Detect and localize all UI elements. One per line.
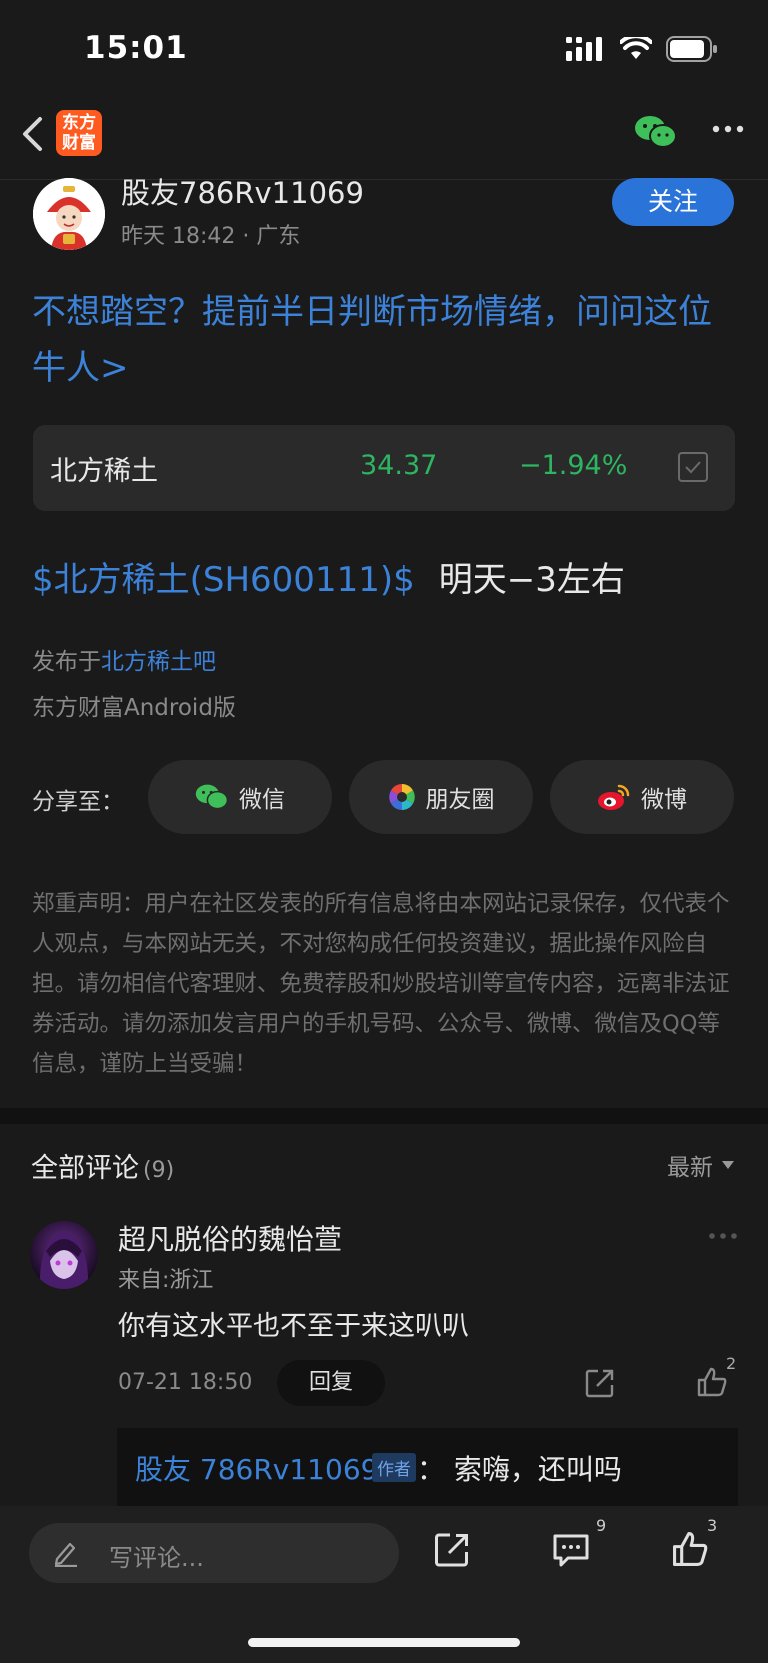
logo-text-top: 东方 (62, 113, 96, 133)
home-indicator (248, 1638, 520, 1647)
share-weibo-label: 微博 (641, 787, 687, 813)
nav-bar: 东方 财富 (0, 100, 768, 180)
add-watchlist-checkbox[interactable] (678, 452, 708, 482)
post-meta: 昨天 18:42 · 广东 (121, 218, 300, 250)
comment-time: 07-21 18:50 (118, 1370, 253, 1395)
more-options-icon[interactable] (712, 124, 744, 134)
reply-text: ： 索嗨，还叫吗 (417, 1453, 622, 1486)
comment-more-icon[interactable] (708, 1232, 738, 1240)
follow-button[interactable]: 关注 (612, 178, 734, 226)
pen-icon (54, 1542, 77, 1567)
checkmark-icon (685, 461, 701, 474)
post-time: 昨天 18:42 (121, 224, 236, 249)
comment-input[interactable]: 写评论... (29, 1523, 399, 1583)
share-icon[interactable] (434, 1532, 470, 1568)
published-prefix: 发布于 (32, 649, 101, 675)
app-logo: 东方 财富 (56, 110, 102, 156)
post-content: $北方稀土(SH600111)$ 明天−3左右 (32, 552, 625, 601)
share-wechat-label: 微信 (239, 787, 285, 813)
stock-change: −1.94% (519, 450, 628, 481)
published-in: 发布于北方稀土吧 (32, 642, 216, 676)
likes-count-badge: 3 (707, 1516, 718, 1535)
share-moments-label: 朋友圈 (425, 787, 495, 813)
commenter-avatar[interactable] (30, 1221, 98, 1289)
comment-input-placeholder: 写评论... (109, 1544, 204, 1572)
stock-tag-link[interactable]: $北方稀土(SH600111)$ (32, 560, 415, 600)
post-header: 股友786Rv11069 昨天 18:42 · 广东 关注 (0, 176, 768, 256)
share-weibo-button[interactable]: 微博 (550, 760, 734, 834)
comment-text: 你有这水平也不至于来这叭叭 (118, 1311, 469, 1342)
meta-separator: · (242, 224, 257, 249)
comment-share-icon[interactable] (585, 1368, 615, 1398)
comments-header: 全部评论 (9) 最新 (0, 1146, 768, 1186)
section-divider (0, 1108, 768, 1124)
wechat-icon (195, 784, 229, 810)
stock-price: 34.37 (360, 450, 438, 481)
comment-sort-dropdown[interactable]: 最新 (667, 1148, 735, 1182)
author-name[interactable]: 股友786Rv11069 (121, 170, 364, 212)
stock-name: 北方稀土 (50, 456, 158, 487)
caret-down-icon (722, 1161, 734, 1169)
comment-like-count: 2 (726, 1354, 737, 1373)
wifi-icon (620, 37, 652, 59)
status-bar: 15:01 (0, 0, 768, 100)
share-moments-button[interactable]: 朋友圈 (349, 760, 533, 834)
back-icon[interactable] (18, 116, 48, 152)
status-time: 15:01 (84, 30, 188, 66)
sort-label: 最新 (667, 1155, 713, 1181)
wechat-share-icon[interactable] (634, 114, 678, 150)
status-icons (566, 36, 718, 62)
author-avatar[interactable] (33, 178, 105, 250)
comment-like-icon[interactable] (696, 1366, 728, 1398)
share-wechat-button[interactable]: 微信 (148, 760, 332, 834)
stock-quote-card[interactable]: 北方稀土 34.37 −1.94% (33, 425, 735, 511)
comments-title: 全部评论 (9) (31, 1146, 174, 1185)
comments-icon[interactable] (552, 1532, 590, 1568)
avatar-figure-icon (33, 178, 105, 250)
disclaimer: 郑重声明：用户在社区发表的所有信息将由本网站记录保存，仅代表个人观点，与本网站无… (32, 891, 730, 1077)
promo-link[interactable]: 不想踏空？提前半日判断市场情绪，问问这位牛人> (32, 284, 742, 396)
share-row: 分享至： 微信 朋友圈 微博 (0, 760, 768, 834)
weibo-icon (598, 784, 630, 810)
battery-icon (666, 36, 717, 62)
reply-author[interactable]: 股友 786Rv11069 (135, 1448, 378, 1488)
share-label: 分享至： (32, 789, 124, 815)
comments-title-text: 全部评论 (31, 1153, 139, 1184)
comments-count-badge: 9 (596, 1516, 607, 1535)
cellular-signal-icon (566, 37, 602, 61)
post-text: 明天−3左右 (438, 560, 625, 600)
post-location: 广东 (256, 224, 301, 249)
client-source: 东方财富Android版 (32, 695, 236, 721)
commenter-name[interactable]: 超凡脱俗的魏怡萱 (118, 1218, 342, 1258)
logo-text-bottom: 财富 (62, 133, 96, 153)
avatar-character-icon (39, 1231, 89, 1289)
bottom-action-bar: 写评论... 9 3 (0, 1506, 768, 1663)
nested-reply[interactable]: 股友 786Rv11069 作者 ： 索嗨，还叫吗 (117, 1428, 738, 1508)
comments-count: (9) (143, 1158, 175, 1183)
commenter-location: 来自:浙江 (118, 1268, 214, 1293)
reply-button[interactable]: 回复 (277, 1360, 385, 1406)
stock-bar-link[interactable]: 北方稀土吧 (101, 649, 216, 675)
like-icon[interactable] (671, 1530, 709, 1568)
author-badge: 作者 (372, 1453, 416, 1482)
moments-icon (388, 784, 415, 810)
